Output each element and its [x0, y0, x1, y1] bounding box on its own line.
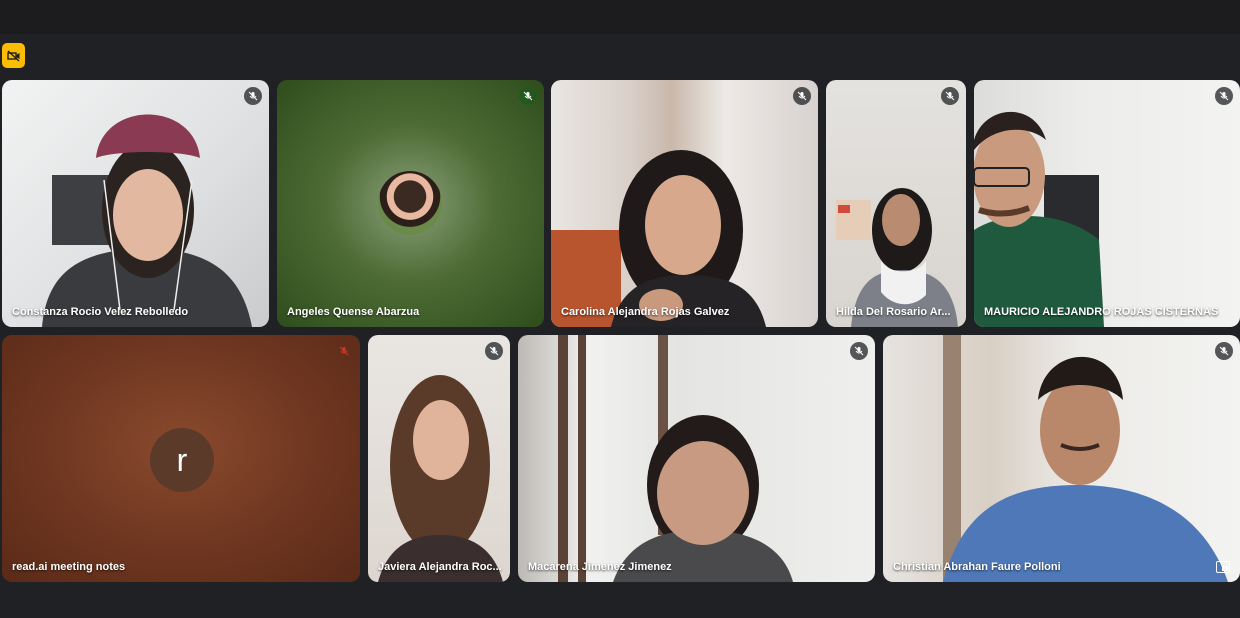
participant-name: read.ai meeting notes — [12, 561, 126, 573]
participant-name: Constanza Rocio Velez Rebolledo — [12, 306, 189, 318]
participant-name: Javiera Alejandra Roc... — [378, 561, 502, 573]
participant-video — [826, 80, 966, 327]
mic-off-icon — [244, 87, 262, 105]
participant-name: Hilda Del Rosario Ar... — [836, 306, 951, 318]
mic-off-icon — [793, 87, 811, 105]
camera-off-icon[interactable] — [2, 43, 25, 68]
participant-tile[interactable]: Macarena Jimenez Jimenez — [518, 335, 875, 582]
participant-name: Macarena Jimenez Jimenez — [528, 561, 672, 573]
mic-off-icon — [1215, 342, 1233, 360]
participant-tile[interactable]: Javiera Alejandra Roc... — [368, 335, 510, 582]
participant-tile[interactable]: Hilda Del Rosario Ar... — [826, 80, 966, 327]
participant-tile[interactable]: Angeles Quense Abarzua — [277, 80, 544, 327]
participant-video — [551, 80, 818, 327]
participant-video — [974, 80, 1240, 327]
mic-off-icon — [485, 342, 503, 360]
picture-in-picture-icon[interactable] — [1216, 561, 1230, 573]
participant-avatar: r — [150, 428, 214, 492]
participant-name: Angeles Quense Abarzua — [287, 306, 420, 318]
participant-video — [368, 335, 510, 582]
participant-tile[interactable]: Christian Abrahan Faure Polloni — [883, 335, 1240, 582]
participant-video — [518, 335, 875, 582]
mic-off-icon — [1215, 87, 1233, 105]
participant-video — [2, 80, 269, 327]
mic-off-icon — [941, 87, 959, 105]
mic-speaking-icon — [519, 87, 537, 105]
top-bar — [0, 0, 1240, 34]
mic-off-icon — [335, 342, 353, 360]
participant-name: Christian Abrahan Faure Polloni — [893, 561, 1061, 573]
participant-video — [883, 335, 1240, 582]
mic-off-icon — [850, 342, 868, 360]
participant-tile[interactable]: MAURICIO ALEJANDRO ROJAS CISTERNAS — [974, 80, 1240, 327]
participant-name: MAURICIO ALEJANDRO ROJAS CISTERNAS — [984, 306, 1219, 318]
participant-name: Carolina Alejandra Rojas Galvez — [561, 306, 730, 318]
participant-avatar — [378, 171, 442, 235]
participant-tile[interactable]: Carolina Alejandra Rojas Galvez — [551, 80, 818, 327]
participant-tile[interactable]: Constanza Rocio Velez Rebolledo — [2, 80, 269, 327]
participant-tile[interactable]: r read.ai meeting notes — [2, 335, 360, 582]
